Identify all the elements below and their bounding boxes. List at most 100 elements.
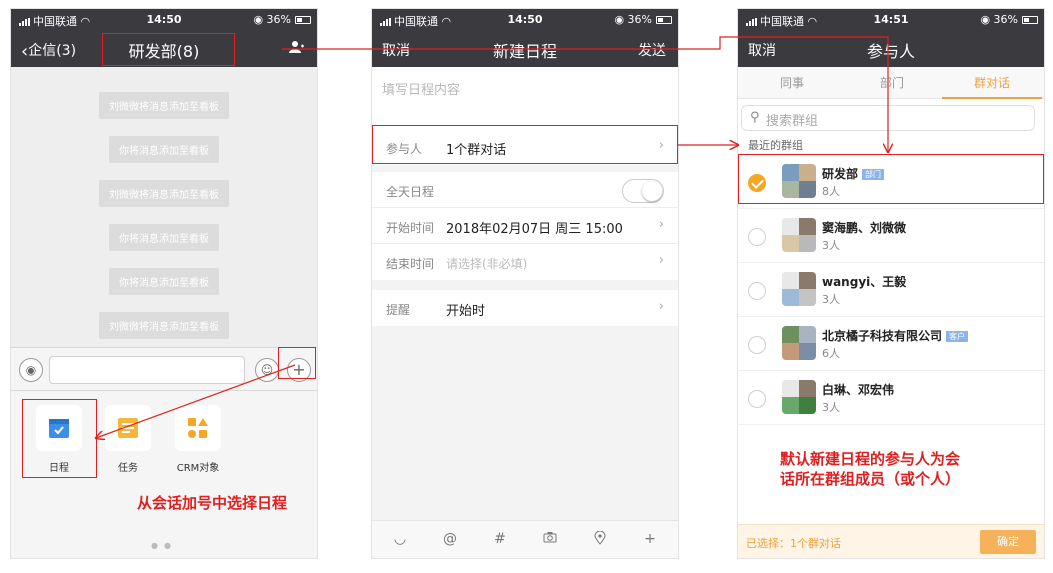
search-placeholder: 搜索群组 [766, 114, 819, 129]
member-count: 3人 [822, 401, 840, 414]
radio-icon[interactable] [748, 390, 766, 408]
system-message: 刘微微将消息添加至看板 [11, 92, 317, 119]
tab-bar: 同事 部门 群对话 [738, 67, 1044, 99]
page-indicator: ●● [151, 541, 177, 550]
tile-crm-label: CRM对象 [176, 463, 220, 474]
end-time-value: 请选择(非必填) [446, 257, 528, 271]
message-list: 刘微微将消息添加至看板 你将消息添加至看板 刘微微将消息添加至看板 你将消息添加… [11, 67, 317, 347]
new-schedule-screen: 中国联通 ◠ 14:50 ◉ 36% 取消 新建日程 发送 填写日程内容 参与人… [371, 8, 679, 559]
schedule-title: 新建日程 [492, 42, 557, 61]
group-name: wangyi、王毅 [822, 275, 907, 289]
selected-count: 已选择：1个群对话 [746, 537, 841, 550]
annotation-line: 话所在群组成员（或个人） [780, 469, 961, 488]
list-item[interactable]: 北京橘子科技有限公司 客户 6人 [738, 317, 1044, 371]
recent-groups-heading: 最近的群组 [748, 139, 803, 152]
all-day-row: 全天日程 [372, 172, 678, 208]
group-name: 窦海鹏、刘微微 [822, 221, 907, 235]
hash-icon[interactable]: # [490, 531, 510, 547]
start-time-label: 开始时间 [386, 221, 435, 235]
location-icon[interactable] [590, 530, 610, 549]
voice-button[interactable]: ◉ [19, 358, 43, 382]
battery-icon [295, 16, 311, 24]
battery-label: ◉ 36% [253, 13, 291, 26]
system-message: 你将消息添加至看板 [11, 224, 317, 251]
group-members-button[interactable] [289, 40, 305, 58]
status-bar: 中国联通 ◠ 14:50 ◉ 36% [372, 9, 678, 31]
system-message: 刘微微将消息添加至看板 [11, 180, 317, 207]
annotation-box-schedule-tile [22, 399, 97, 478]
end-time-label: 结束时间 [386, 257, 435, 271]
search-icon: ⚲ [750, 110, 760, 125]
voice-icon: ◉ [25, 363, 37, 377]
smile-icon[interactable]: ◡ [390, 531, 410, 547]
start-time-value: 2018年02月07日 周三 15:00 [446, 222, 623, 237]
participants-title: 参与人 [866, 42, 915, 61]
tab-group-chats[interactable]: 群对话 [942, 67, 1042, 99]
system-message: 刘微微将消息添加至看板 [11, 312, 317, 339]
reminder-value: 开始时 [446, 304, 486, 319]
reminder-row[interactable]: 提醒 开始时 › [372, 290, 678, 326]
annotation-box-group-item [738, 154, 1044, 204]
tab-departments[interactable]: 部门 [842, 67, 942, 99]
annotation-line: 默认新建日程的参与人为会 [780, 450, 961, 468]
all-day-label: 全天日程 [386, 185, 435, 199]
smile-icon: ☺ [260, 363, 274, 377]
radio-icon[interactable] [748, 336, 766, 354]
confirm-button[interactable]: 确定 [980, 530, 1036, 554]
chevron-right-icon: › [658, 217, 664, 232]
group-avatar [782, 380, 816, 414]
at-icon[interactable]: @ [440, 531, 460, 547]
all-day-toggle[interactable] [622, 179, 664, 203]
schedule-toolbar: ◡ @ # + [372, 520, 678, 558]
radio-icon[interactable] [748, 282, 766, 300]
selection-footer: 已选择：1个群对话 确定 [738, 524, 1044, 558]
group-tag: 客户 [946, 331, 969, 342]
status-bar: 中国联通 ◠ 14:51 ◉ 36% [738, 9, 1044, 31]
list-item[interactable]: 窦海鹏、刘微微 3人 [738, 209, 1044, 263]
tab-colleagues[interactable]: 同事 [742, 67, 842, 99]
radio-icon[interactable] [748, 228, 766, 246]
member-count: 3人 [822, 293, 840, 306]
end-time-row[interactable]: 结束时间 请选择(非必填) › [372, 244, 678, 280]
message-input[interactable] [49, 356, 245, 384]
group-name: 北京橘子科技有限公司 客户 [822, 327, 969, 344]
status-bar: 中国联通 ◠ 14:50 ◉ 36% [11, 9, 317, 31]
participants-navbar: 取消 参与人 [738, 31, 1044, 67]
group-avatar [782, 326, 816, 360]
chevron-right-icon: › [658, 253, 664, 268]
system-message: 你将消息添加至看板 [11, 136, 317, 163]
group-avatar [782, 218, 816, 252]
list-item[interactable]: 白琳、邓宏伟 3人 [738, 371, 1044, 425]
annotation-default-participants: 默认新建日程的参与人为会 话所在群组成员（或个人） [780, 450, 960, 489]
annotation-box-participants-row [372, 125, 678, 164]
tile-crm[interactable]: CRM对象 [173, 405, 223, 474]
member-count: 3人 [822, 239, 840, 252]
tile-task[interactable]: 任务 [103, 405, 153, 474]
crm-object-icon [188, 418, 208, 438]
battery-label: ◉ 36% [980, 13, 1018, 26]
emoji-button[interactable]: ☺ [255, 358, 279, 382]
annotation-select-schedule: 从会话加号中选择日程 [137, 494, 288, 512]
camera-icon[interactable] [540, 531, 560, 547]
battery-icon [656, 16, 672, 24]
list-item[interactable]: wangyi、王毅 3人 [738, 263, 1044, 317]
input-bar: ◉ ☺ + [11, 347, 317, 391]
task-list-icon [118, 418, 138, 438]
reminder-label: 提醒 [386, 303, 411, 317]
member-count: 6人 [822, 347, 840, 360]
search-input[interactable]: ⚲ 搜索群组 [741, 105, 1035, 131]
start-time-row[interactable]: 开始时间 2018年02月07日 周三 15:00 › [372, 208, 678, 244]
battery-icon [1022, 16, 1038, 24]
chevron-right-icon: › [658, 299, 664, 314]
group-name: 白琳、邓宏伟 [822, 383, 895, 397]
user-icon [289, 41, 304, 53]
battery-label: ◉ 36% [614, 13, 652, 26]
system-message: 你将消息添加至看板 [11, 268, 317, 295]
annotation-box-chat-title [102, 33, 235, 66]
tile-task-label: 任务 [118, 463, 138, 474]
plus-icon[interactable]: + [640, 531, 660, 547]
send-button[interactable]: 发送 [638, 40, 666, 60]
group-avatar [782, 272, 816, 306]
annotation-box-plus [278, 347, 316, 379]
schedule-content-input[interactable]: 填写日程内容 [372, 67, 678, 129]
